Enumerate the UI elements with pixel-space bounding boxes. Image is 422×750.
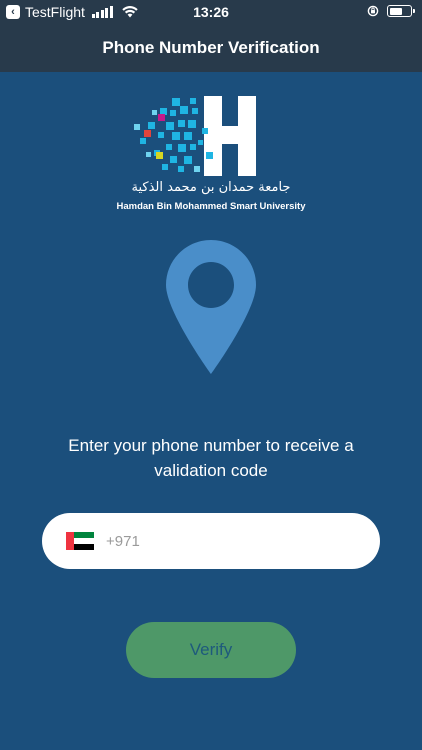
phone-number-field[interactable] — [42, 513, 380, 569]
university-logo: جامعة حمدان بن محمد الذكية Hamdan Bin Mo… — [110, 92, 312, 214]
phone-verification-screen: ‹ TestFlight 13:26 Phone Number Verifica… — [0, 0, 422, 750]
logo-english-text: Hamdan Bin Mohammed Smart University — [116, 201, 306, 212]
orientation-lock-icon — [367, 5, 379, 17]
logo-arabic-text: جامعة حمدان بن محمد الذكية — [131, 180, 291, 195]
instruction-text: Enter your phone number to receive a val… — [68, 436, 354, 480]
uae-flag-icon[interactable] — [66, 532, 94, 550]
hbmsu-logo-icon — [134, 96, 256, 176]
navigation-bar: Phone Number Verification — [0, 24, 422, 72]
battery-icon — [387, 5, 415, 17]
phone-number-input[interactable] — [106, 521, 366, 561]
verify-button[interactable]: Verify — [126, 622, 296, 678]
page-title: Phone Number Verification — [102, 38, 320, 57]
location-pin-icon — [166, 240, 256, 374]
status-time: 13:26 — [193, 4, 229, 20]
status-bar: ‹ TestFlight 13:26 — [0, 0, 422, 24]
status-bar-right — [367, 5, 415, 17]
